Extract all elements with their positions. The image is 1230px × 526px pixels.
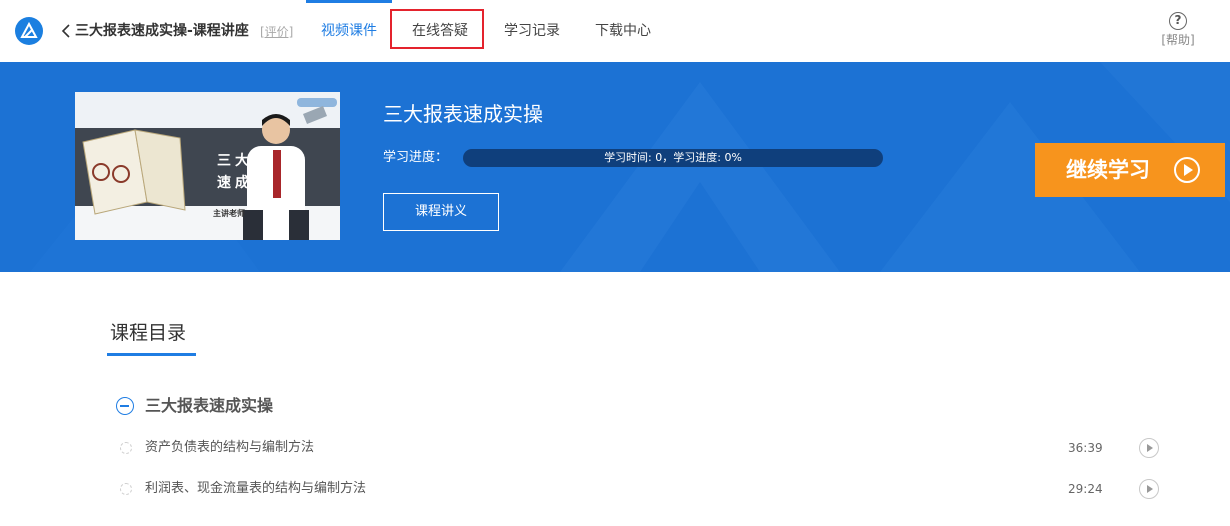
course-banner: 三大报 速成 主讲老师 三大报表速成实操 学习进度： 学习时间: 0，学习进度:… xyxy=(0,62,1230,272)
course-thumbnail[interactable]: 三大报 速成 主讲老师 xyxy=(75,92,340,240)
back-chevron-icon[interactable] xyxy=(59,20,73,42)
lesson-duration: 29:24 xyxy=(1068,482,1103,496)
highlight-box xyxy=(390,9,484,49)
progress-text: 学习时间: 0，学习进度: 0% xyxy=(604,151,742,164)
lesson-row[interactable]: 资产负债表的结构与编制方法 36:39 xyxy=(110,431,1170,467)
lesson-status-icon xyxy=(120,442,132,454)
continue-learning-label: 继续学习 xyxy=(1066,158,1150,182)
continue-learning-button[interactable]: 继续学习 xyxy=(1035,143,1225,197)
course-handout-button[interactable]: 课程讲义 xyxy=(383,193,499,231)
top-bar: 三大报表速成实操-课程讲座 [评价] 视频课件 在线答疑 学习记录 下载中心 ?… xyxy=(0,0,1230,62)
progress-label: 学习进度： xyxy=(383,150,449,165)
lesson-row[interactable]: 利润表、现金流量表的结构与编制方法 29:24 xyxy=(110,472,1170,508)
chapter-title[interactable]: 三大报表速成实操 xyxy=(145,396,273,416)
banner-course-title: 三大报表速成实操 xyxy=(383,102,543,126)
help-button[interactable]: ? [帮助] xyxy=(1158,12,1198,52)
help-icon: ? xyxy=(1169,12,1187,30)
catalog-title: 课程目录 xyxy=(110,322,187,344)
help-label: [帮助] xyxy=(1161,33,1195,47)
play-circle-icon xyxy=(1174,157,1200,183)
thumbnail-text-1: 三大报 xyxy=(217,153,271,169)
thumbnail-text-2: 速成 xyxy=(217,175,253,191)
play-icon[interactable] xyxy=(1139,438,1159,458)
catalog-title-underline xyxy=(107,353,196,356)
lesson-title: 资产负债表的结构与编制方法 xyxy=(145,440,315,455)
collapse-minus-icon[interactable] xyxy=(116,397,134,415)
progress-bar: 学习时间: 0，学习进度: 0% xyxy=(463,149,883,167)
review-link[interactable]: [评价] xyxy=(260,24,293,40)
play-icon[interactable] xyxy=(1139,479,1159,499)
tab-study-record[interactable]: 学习记录 xyxy=(504,22,560,40)
active-tab-indicator xyxy=(306,0,392,3)
lesson-title: 利润表、现金流量表的结构与编制方法 xyxy=(145,481,367,496)
lesson-duration: 36:39 xyxy=(1068,441,1103,455)
course-title: 三大报表速成实操-课程讲座 xyxy=(75,23,249,39)
lesson-status-icon xyxy=(120,483,132,495)
thumbnail-text-3: 主讲老师 xyxy=(213,209,245,218)
logo-icon[interactable] xyxy=(15,17,43,45)
tab-download-center[interactable]: 下载中心 xyxy=(595,22,651,40)
tab-video-courseware[interactable]: 视频课件 xyxy=(321,22,377,40)
